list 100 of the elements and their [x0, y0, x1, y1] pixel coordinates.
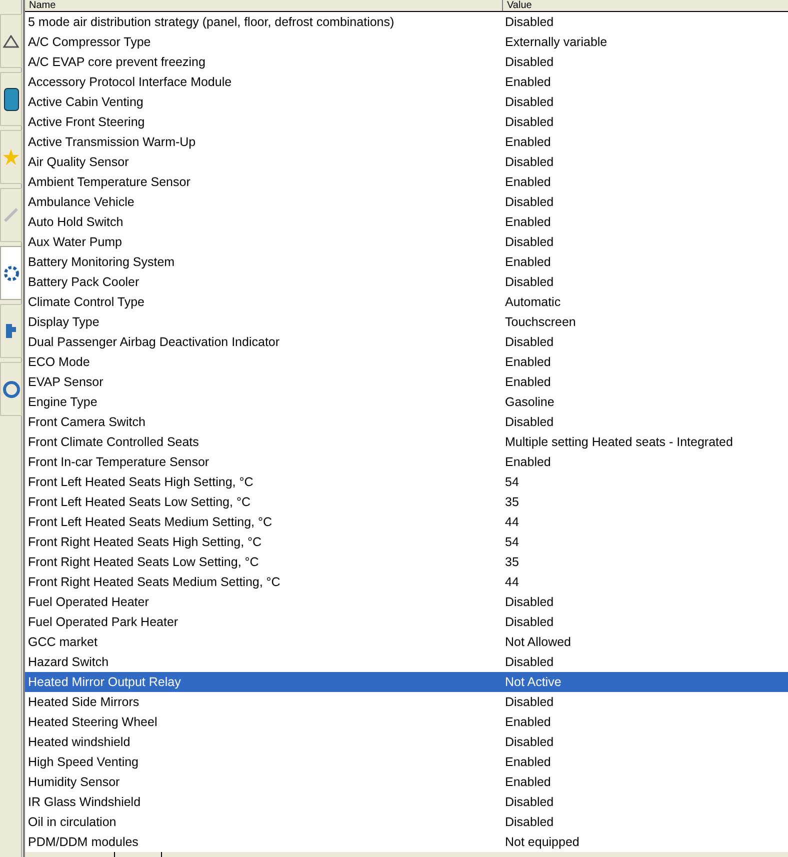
setting-name: Front Left Heated Seats Low Setting, °C — [27, 494, 252, 511]
setting-name: Battery Monitoring System — [27, 254, 176, 271]
cylinder-icon — [4, 88, 18, 110]
setting-value: Disabled — [504, 794, 554, 811]
toolbar-button[interactable] — [0, 14, 22, 68]
table-row[interactable]: Active Front Steering Disabled — [25, 112, 788, 132]
star-icon — [3, 149, 19, 165]
table-row[interactable]: Oil in circulation Disabled — [25, 812, 788, 832]
table-row[interactable]: Engine Type Gasoline — [25, 392, 788, 412]
setting-name: Battery Pack Cooler — [27, 274, 140, 291]
setting-value: Disabled — [504, 734, 554, 751]
setting-value: Disabled — [504, 414, 554, 431]
table-row[interactable]: Front In-car Temperature Sensor Enabled — [25, 452, 788, 472]
setting-name: IR Glass Windshield — [27, 794, 142, 811]
setting-value: 35 — [504, 494, 519, 511]
table-row[interactable]: Heated Steering Wheel Enabled — [25, 712, 788, 732]
toolbar-button[interactable] — [0, 72, 22, 126]
setting-name: Climate Control Type — [27, 294, 146, 311]
table-row[interactable]: Heated Mirror Output Relay Not Active — [25, 672, 788, 692]
table-row[interactable]: Front Climate Controlled Seats Multiple setting Heated seats - Integrated — [25, 432, 788, 452]
table-row[interactable]: Auto Hold Switch Enabled — [25, 212, 788, 232]
setting-name: Active Cabin Venting — [27, 94, 144, 111]
setting-name: High Speed Venting — [27, 754, 140, 771]
setting-name: EVAP Sensor — [27, 374, 104, 391]
setting-name: Display Type — [27, 314, 100, 331]
table-row[interactable]: Front Left Heated Seats Medium Setting, °C 44 — [25, 512, 788, 532]
table-row[interactable]: ECO Mode Enabled — [25, 352, 788, 372]
setting-value: Disabled — [504, 194, 554, 211]
setting-name: Heated windshield — [27, 734, 132, 751]
column-header[interactable]: Name — [25, 0, 503, 11]
table-row[interactable]: Humidity Sensor Enabled — [25, 772, 788, 792]
setting-name: Active Front Steering — [27, 114, 146, 131]
table-row[interactable]: A/C EVAP core prevent freezing Disabled — [25, 52, 788, 72]
table-row[interactable]: High Speed Venting Enabled — [25, 752, 788, 772]
table-row[interactable]: Front Left Heated Seats Low Setting, °C 35 — [25, 492, 788, 512]
table-row[interactable]: Front Left Heated Seats High Setting, °C 54 — [25, 472, 788, 492]
table-row[interactable]: A/C Compressor Type Externally variable — [25, 32, 788, 52]
table-row[interactable]: Front Right Heated Seats High Setting, °C 54 — [25, 532, 788, 552]
setting-name: Auto Hold Switch — [27, 214, 124, 231]
setting-name: Accessory Protocol Interface Module — [27, 74, 233, 91]
setting-name: Hazard Switch — [27, 654, 110, 671]
setting-name: Air Quality Sensor — [27, 154, 130, 171]
setting-name: A/C EVAP core prevent freezing — [27, 54, 206, 71]
setting-value: 44 — [504, 514, 519, 531]
setting-name: Fuel Operated Park Heater — [27, 614, 180, 631]
table-row[interactable]: PDM/DDM modules Not equipped — [25, 832, 788, 852]
setting-value: Touchscreen — [504, 314, 576, 331]
setting-value: Enabled — [504, 134, 551, 151]
setting-name: Front Camera Switch — [27, 414, 146, 431]
setting-value: Enabled — [504, 714, 551, 731]
table-row[interactable]: Active Transmission Warm-Up Enabled — [25, 132, 788, 152]
table-row[interactable]: Battery Pack Cooler Disabled — [25, 272, 788, 292]
setting-name: Front In-car Temperature Sensor — [27, 454, 210, 471]
table-row[interactable]: IR Glass Windshield Disabled — [25, 792, 788, 812]
setting-value: Not Allowed — [504, 634, 572, 651]
table-row[interactable]: Front Right Heated Seats Medium Setting, °C 44 — [25, 572, 788, 592]
table-row[interactable]: Fuel Operated Park Heater Disabled — [25, 612, 788, 632]
table-row[interactable]: Air Quality Sensor Disabled — [25, 152, 788, 172]
setting-name: Heated Mirror Output Relay — [27, 674, 182, 691]
setting-value: Disabled — [504, 334, 554, 351]
setting-value: 44 — [504, 574, 519, 591]
setting-value: Disabled — [504, 614, 554, 631]
table-row[interactable]: Ambient Temperature Sensor Enabled — [25, 172, 788, 192]
setting-value: Automatic — [504, 294, 561, 311]
table-row[interactable]: Hazard Switch Disabled — [25, 652, 788, 672]
table-row[interactable]: Dual Passenger Airbag Deactivation Indicator Disabled — [25, 332, 788, 352]
table-row[interactable]: GCC market Not Allowed — [25, 632, 788, 652]
table-row[interactable]: Ambulance Vehicle Disabled — [25, 192, 788, 212]
setting-name: PDM/DDM modules — [27, 834, 140, 851]
table-row[interactable]: Aux Water Pump Disabled — [25, 232, 788, 252]
table-row[interactable]: Fuel Operated Heater Disabled — [25, 592, 788, 612]
setting-name: Dual Passenger Airbag Deactivation Indicator — [27, 334, 281, 351]
setting-name: Humidity Sensor — [27, 774, 121, 791]
table-row[interactable]: Display Type Touchscreen — [25, 312, 788, 332]
table-row[interactable]: Front Camera Switch Disabled — [25, 412, 788, 432]
setting-value: Disabled — [504, 154, 554, 171]
setting-value: Enabled — [504, 214, 551, 231]
table-row[interactable]: Accessory Protocol Interface Module Enabled — [25, 72, 788, 92]
toolbar-button[interactable] — [0, 246, 22, 300]
setting-value: 54 — [504, 474, 519, 491]
setting-value: Disabled — [504, 274, 554, 291]
setting-value: Enabled — [504, 354, 551, 371]
table-row[interactable]: 5 mode air distribution strategy (panel, floor, defrost combinations) Disabled — [25, 12, 788, 32]
setting-value: Disabled — [504, 94, 554, 111]
setting-name: Front Right Heated Seats High Setting, °C — [27, 534, 263, 551]
setting-value: Disabled — [504, 14, 554, 31]
setting-name: Front Left Heated Seats High Setting, °C — [27, 474, 254, 491]
table-row[interactable]: Active Cabin Venting Disabled — [25, 92, 788, 112]
setting-value: Externally variable — [504, 34, 608, 51]
column-header[interactable]: Value — [503, 0, 788, 11]
table-row[interactable]: EVAP Sensor Enabled — [25, 372, 788, 392]
table-row[interactable]: Heated Side Mirrors Disabled — [25, 692, 788, 712]
table-row[interactable]: Front Right Heated Seats Low Setting, °C 35 — [25, 552, 788, 572]
setting-value: Enabled — [504, 254, 551, 271]
setting-value: 35 — [504, 554, 519, 571]
table-row[interactable]: Heated windshield Disabled — [25, 732, 788, 752]
setting-name: Heated Side Mirrors — [27, 694, 140, 711]
table-row[interactable]: Climate Control Type Automatic — [25, 292, 788, 312]
setting-name: Ambulance Vehicle — [27, 194, 136, 211]
table-row[interactable]: Battery Monitoring System Enabled — [25, 252, 788, 272]
